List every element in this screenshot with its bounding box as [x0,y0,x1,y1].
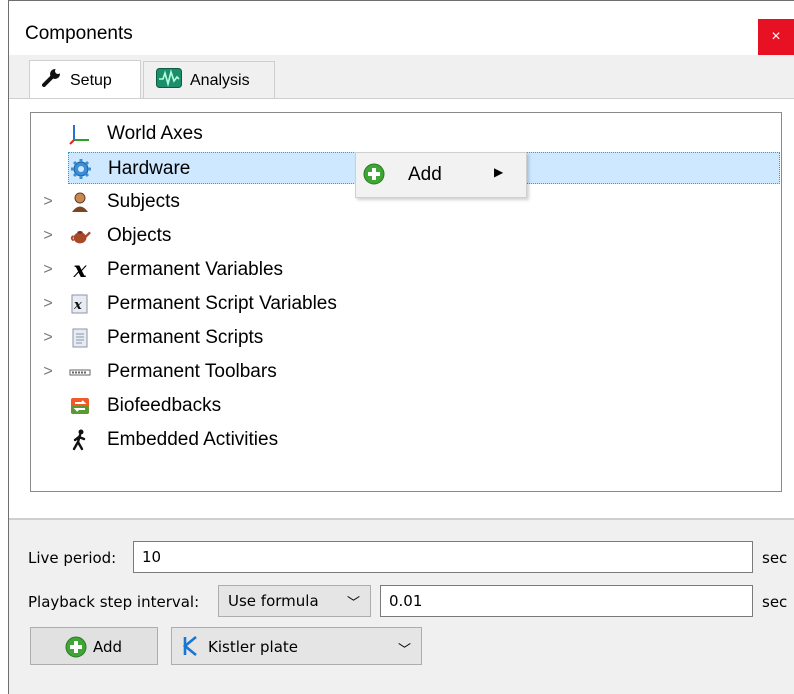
chevron-right-icon[interactable]: > [41,227,55,245]
device-select[interactable]: Kistler plate ﹀ [171,627,422,665]
chevron-right-icon[interactable]: > [41,261,55,279]
chevron-right-icon[interactable]: > [41,329,55,347]
playback-step-unit: sec [762,593,788,611]
svg-text:x: x [73,298,82,313]
tree-item-permanent-script-variables[interactable]: > x Permanent Script Variables [31,288,781,320]
title-bar: Components [9,1,794,55]
variable-x-icon: x [73,257,87,283]
gear-icon [70,158,92,180]
live-period-unit: sec [762,549,788,567]
tree-item-label: World Axes [107,123,203,144]
context-menu-label: Add [408,164,442,185]
tree-item-label: Subjects [107,191,180,212]
person-icon [69,191,91,213]
tree-item-label: Hardware [108,158,191,179]
tab-analysis-label: Analysis [190,71,250,89]
context-menu: Add ▶ [355,152,527,198]
live-period-input[interactable]: 10 [133,541,753,573]
chevron-right-icon[interactable]: > [41,363,55,381]
script-variable-icon: x [69,293,91,315]
biofeedback-icon [69,395,91,417]
tree-item-label: Biofeedbacks [107,395,222,416]
tree-item-world-axes[interactable]: World Axes [31,118,781,150]
tree-item-permanent-scripts[interactable]: > Permanent Scripts [31,322,781,354]
add-device-button[interactable]: Add [30,627,158,665]
walking-person-icon [69,429,91,451]
tab-bar: Setup Analysis [9,55,794,100]
tree-item-label: Embedded Activities [107,429,279,450]
tree-item-permanent-variables[interactable]: > x Permanent Variables [31,254,781,286]
wrench-icon [42,68,62,92]
tree-item-label: Permanent Toolbars [107,361,277,382]
device-select-value: Kistler plate [208,638,299,656]
plus-circle-icon [65,636,87,662]
teapot-icon [69,225,91,247]
waveform-icon [156,68,182,93]
script-icon [69,327,91,349]
tree-item-label: Permanent Script Variables [107,293,337,314]
axes-icon [69,123,91,145]
playback-mode-value: Use formula [228,592,319,610]
plus-circle-icon [363,163,385,185]
kistler-icon [180,635,200,661]
live-period-label: Live period: [28,549,117,567]
chevron-down-icon: ﹀ [398,643,412,658]
window-title: Components [25,23,133,44]
chevron-right-icon[interactable]: > [41,295,55,313]
tree-item-label: Permanent Scripts [107,327,264,348]
tree-item-biofeedbacks[interactable]: Biofeedbacks [31,390,781,422]
playback-mode-select[interactable]: Use formula ﹀ [218,585,371,617]
add-device-label: Add [93,638,123,656]
tree-item-permanent-toolbars[interactable]: > Permanent Toolbars [31,356,781,388]
tab-setup-label: Setup [70,71,112,89]
playback-step-label: Playback step interval: [28,593,200,611]
tree-item-label: Objects [107,225,172,246]
tree-item-objects[interactable]: > Objects [31,220,781,252]
toolbar-icon [69,361,91,383]
close-button[interactable]: × [758,19,794,55]
tree-item-label: Permanent Variables [107,259,284,280]
chevron-down-icon: ﹀ [347,595,361,611]
playback-step-input[interactable]: 0.01 [380,585,753,617]
tab-analysis[interactable]: Analysis [143,61,275,99]
tree-item-embedded-activities[interactable]: Embedded Activities [31,424,781,456]
context-menu-item-add[interactable]: Add ▶ [356,153,526,197]
submenu-arrow-icon: ▶ [494,165,504,179]
chevron-right-icon[interactable]: > [41,193,55,211]
close-icon: × [771,28,781,45]
tab-setup[interactable]: Setup [29,60,141,100]
